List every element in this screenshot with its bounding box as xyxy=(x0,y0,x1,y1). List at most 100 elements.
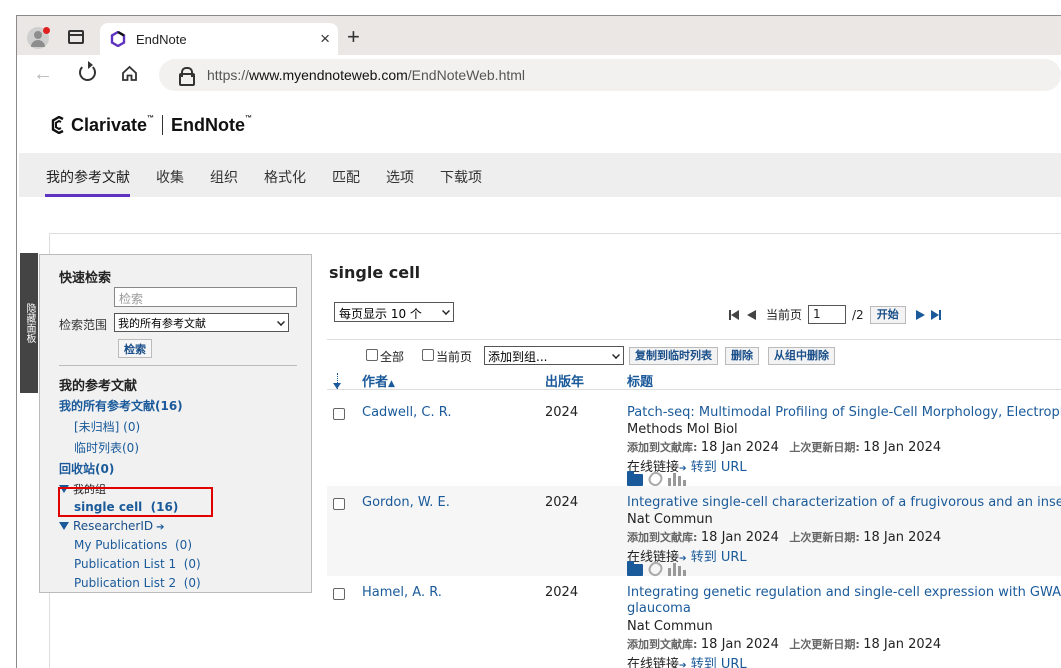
previous-page-icon[interactable] xyxy=(747,309,756,320)
researcherid-toggle[interactable]: ResearcherID ➔ xyxy=(59,519,165,533)
brand-header: Clarivate™ EndNote™ xyxy=(51,113,252,137)
record-journal: Nat Commun xyxy=(627,512,713,527)
citation-chart-icon[interactable] xyxy=(668,472,686,486)
record-author[interactable]: Gordon, W. E. xyxy=(362,495,450,510)
all-references-link[interactable]: 我的所有参考文献(16) xyxy=(59,397,183,414)
select-all-checkbox[interactable] xyxy=(366,349,378,361)
record-journal: Nat Commun xyxy=(627,619,713,634)
nav-collect[interactable]: 收集 xyxy=(156,167,184,187)
nav-match[interactable]: 匹配 xyxy=(332,167,360,187)
per-page-select[interactable]: 每页显示 10 个 xyxy=(334,302,454,322)
quick-search-button[interactable]: 检索 xyxy=(118,339,152,358)
record-author[interactable]: Hamel, A. R. xyxy=(362,585,442,600)
home-icon[interactable] xyxy=(121,65,138,82)
title-bar: EndNote × + xyxy=(17,16,1061,56)
record-title[interactable]: Integrative single-cell characterization… xyxy=(627,495,1061,511)
chevron-down-icon xyxy=(277,318,285,326)
brand-endnote: EndNote™ xyxy=(171,114,253,135)
search-scope-label: 检索范围 xyxy=(59,318,108,332)
clarivate-mark-icon xyxy=(51,116,64,134)
tab-close-icon[interactable]: × xyxy=(320,29,330,49)
unfiled-link[interactable]: [未归档] (0) xyxy=(74,418,140,435)
record-title-continued[interactable]: glaucoma xyxy=(627,601,1061,617)
record-title[interactable]: Patch-seq: Multimodal Profiling of Singl… xyxy=(627,405,1061,421)
select-all-label: 全部 xyxy=(380,350,405,364)
back-arrow-icon[interactable]: ← xyxy=(33,63,53,86)
pagination: 当前页 1 /2 开始 xyxy=(729,305,943,324)
next-page-icon[interactable] xyxy=(915,309,925,320)
my-references-heading: 我的参考文献 xyxy=(59,379,138,394)
records-toolbar: 全部 当前页 添加到组... 复制到临时列表 删除 从组中删除 xyxy=(327,339,1061,369)
col-year[interactable]: 出版年 xyxy=(545,371,584,390)
chevron-down-icon xyxy=(442,307,450,315)
record-icons xyxy=(627,559,686,579)
nav-options[interactable]: 选项 xyxy=(386,167,414,187)
brand-clarivate: Clarivate™ xyxy=(71,114,155,135)
go-to-url-link[interactable]: 转到 URL xyxy=(691,657,747,668)
quick-search-input[interactable]: 检索 xyxy=(114,287,297,307)
publication-list-2-link[interactable]: Publication List 2 (0) xyxy=(74,576,201,590)
citation-chart-icon[interactable] xyxy=(668,562,686,576)
go-to-url-link[interactable]: 转到 URL xyxy=(691,460,747,475)
publication-list-1-link[interactable]: Publication List 1 (0) xyxy=(74,557,201,571)
record-online-link: 在线链接➔ 转到 URL xyxy=(627,653,747,668)
record-year: 2024 xyxy=(545,405,579,420)
web-page: Clarivate™ EndNote™ 我的参考文献 收集 组织 格式化 匹配 … xyxy=(17,95,1061,668)
tab-actions-icon[interactable] xyxy=(68,30,84,44)
reload-icon[interactable] xyxy=(79,61,96,81)
nav-downloads[interactable]: 下载项 xyxy=(440,167,482,187)
search-scope-select[interactable]: 我的所有参考文献 xyxy=(114,313,289,332)
lock-icon[interactable] xyxy=(179,67,195,86)
remove-from-group-button[interactable]: 从组中删除 xyxy=(768,347,835,365)
address-bar-row: ← https://www.myendnoteweb.com/EndNoteWe… xyxy=(17,55,1061,95)
record-journal: Methods Mol Biol xyxy=(627,422,738,437)
record-checkbox[interactable] xyxy=(333,588,345,600)
record-title[interactable]: Integrating genetic regulation and singl… xyxy=(627,585,1061,601)
record-dates: 添加到文献库: 18 Jan 2024 上次更新日期: 18 Jan 2024 xyxy=(627,637,942,652)
go-button[interactable]: 开始 xyxy=(869,305,906,324)
record-year: 2024 xyxy=(545,585,579,600)
quick-search-heading: 快速检索 xyxy=(59,271,112,286)
select-page-checkbox[interactable] xyxy=(422,349,434,361)
record-year: 2024 xyxy=(545,495,579,510)
table-row: Hamel, A. R. 2024 Integrating genetic re… xyxy=(327,576,1061,668)
tab-title: EndNote xyxy=(136,32,187,47)
browser-tab-endnote[interactable]: EndNote × xyxy=(100,23,338,56)
record-dates: 添加到文献库: 18 Jan 2024 上次更新日期: 18 Jan 2024 xyxy=(627,440,942,455)
highlight-box xyxy=(58,487,213,517)
copy-to-quick-list-button[interactable]: 复制到临时列表 xyxy=(629,347,718,365)
arrow-right-icon: ➔ xyxy=(156,522,165,533)
sort-arrow-icon xyxy=(333,373,346,389)
last-page-icon[interactable] xyxy=(930,309,943,321)
first-page-icon[interactable] xyxy=(729,309,741,321)
nav-organize[interactable]: 组织 xyxy=(210,167,238,187)
new-tab-button[interactable]: + xyxy=(347,24,360,50)
group-title: single cell xyxy=(329,263,421,282)
current-page-label: 当前页 xyxy=(766,308,803,322)
browser-window: EndNote × + ← https://www.myendnoteweb.c… xyxy=(16,15,1061,668)
record-checkbox[interactable] xyxy=(333,498,345,510)
nav-my-references[interactable]: 我的参考文献 xyxy=(46,167,130,187)
nav-format[interactable]: 格式化 xyxy=(264,167,306,187)
folder-icon[interactable] xyxy=(627,471,643,486)
add-to-group-select[interactable]: 添加到组... xyxy=(484,346,624,365)
my-publications-link[interactable]: My Publications (0) xyxy=(74,538,192,552)
clarivate-logo-icon xyxy=(110,31,126,47)
chevron-down-icon xyxy=(612,351,620,359)
total-pages: /2 xyxy=(852,307,864,322)
folder-icon[interactable] xyxy=(627,561,643,576)
page-number-input[interactable]: 1 xyxy=(808,305,847,324)
url-text: https://www.myendnoteweb.com/EndNoteWeb.… xyxy=(207,67,526,83)
record-author[interactable]: Cadwell, C. R. xyxy=(362,405,451,420)
url-field[interactable]: https://www.myendnoteweb.com/EndNoteWeb.… xyxy=(159,59,1061,91)
quick-list-link[interactable]: 临时列表(0) xyxy=(74,439,139,456)
table-row: Gordon, W. E. 2024 Integrative single-ce… xyxy=(327,486,1061,579)
record-checkbox[interactable] xyxy=(333,408,345,420)
col-title[interactable]: 标题 xyxy=(627,371,653,390)
trash-link[interactable]: 回收站(0) xyxy=(59,460,114,477)
delete-button[interactable]: 删除 xyxy=(725,347,759,365)
select-page-label: 当前页 xyxy=(436,350,473,364)
col-author[interactable]: 作者▲ xyxy=(362,371,395,390)
hide-panel-tab[interactable]: 隐藏面板 xyxy=(20,253,38,393)
go-to-url-link[interactable]: 转到 URL xyxy=(691,550,747,565)
